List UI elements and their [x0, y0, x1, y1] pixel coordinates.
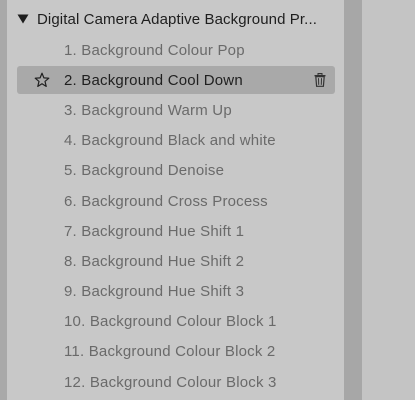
star-outline-icon[interactable]	[34, 72, 50, 88]
preset-list: 1. Background Colour Pop 2. Background C…	[17, 35, 335, 397]
preset-item[interactable]: 11. Background Colour Block 2	[17, 337, 335, 367]
preset-item[interactable]: 1. Background Colour Pop	[17, 35, 335, 65]
window-edge	[0, 0, 7, 400]
panel-divider[interactable]	[344, 0, 362, 400]
trash-icon[interactable]	[314, 73, 326, 88]
preset-item[interactable]: 5. Background Denoise	[17, 156, 335, 186]
preset-label: 9. Background Hue Shift 3	[64, 283, 245, 301]
preset-group-header[interactable]: Digital Camera Adaptive Background Pr...	[7, 0, 344, 38]
preset-label: 8. Background Hue Shift 2	[64, 252, 245, 270]
preset-label: 7. Background Hue Shift 1	[64, 222, 245, 240]
preset-label: 4. Background Black and white	[64, 132, 276, 150]
preset-item[interactable]: 4. Background Black and white	[17, 126, 335, 156]
preset-item[interactable]: 9. Background Hue Shift 3	[17, 277, 335, 307]
triangle-down-icon[interactable]	[17, 14, 29, 24]
preset-item[interactable]: 7. Background Hue Shift 1	[17, 216, 335, 246]
preset-label: 2. Background Cool Down	[64, 71, 243, 89]
preset-label: 10. Background Colour Block 1	[64, 313, 277, 331]
preset-item-selected[interactable]: 2. Background Cool Down	[17, 66, 335, 95]
preset-label: 11. Background Colour Block 2	[64, 343, 276, 361]
preset-label: 1. Background Colour Pop	[64, 41, 245, 59]
preset-item[interactable]: 8. Background Hue Shift 2	[17, 246, 335, 276]
preset-label: 5. Background Denoise	[64, 162, 225, 180]
preset-item[interactable]: 10. Background Colour Block 1	[17, 307, 335, 337]
preset-label: 3. Background Warm Up	[64, 101, 232, 119]
preset-item[interactable]: 6. Background Cross Process	[17, 186, 335, 216]
preset-item[interactable]: 3. Background Warm Up	[17, 95, 335, 125]
preset-label: 12. Background Colour Block 3	[64, 373, 277, 391]
preview-area	[362, 0, 415, 400]
preset-item[interactable]: 12. Background Colour Block 3	[17, 367, 335, 397]
preset-group-title: Digital Camera Adaptive Background Pr...	[37, 10, 317, 28]
preset-label: 6. Background Cross Process	[64, 192, 268, 210]
